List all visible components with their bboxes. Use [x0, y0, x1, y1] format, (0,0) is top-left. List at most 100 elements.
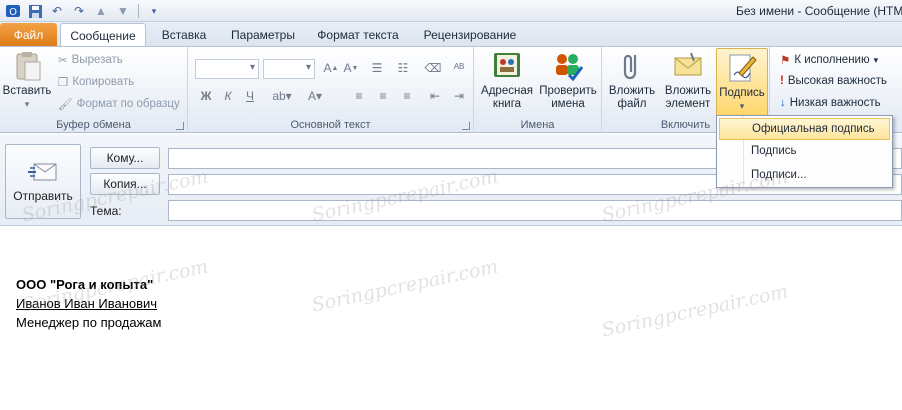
chevron-down-icon: ▾ [873, 54, 879, 65]
qat-separator [138, 4, 139, 18]
attach-item-label-2: элемент [665, 98, 711, 110]
signature-position: Менеджер по продажам [16, 315, 162, 330]
follow-up-button[interactable]: ⚑ К исполнению ▾ [780, 53, 878, 67]
signature-button[interactable]: Подпись ▾ [716, 48, 768, 116]
chevron-down-icon: ▾ [24, 99, 30, 109]
tab-file[interactable]: Файл [0, 23, 57, 47]
arrow-down-icon: ↓ [780, 97, 786, 109]
redo-icon[interactable]: ↷ [70, 2, 88, 20]
tab-options[interactable]: Параметры [222, 23, 304, 47]
copy-label: Копировать [72, 76, 135, 88]
customize-qat-icon[interactable]: ▾ [145, 2, 163, 20]
high-importance-button[interactable]: ! Высокая важность [780, 75, 887, 87]
signature-menu: Официальная подпись Подпись Подписи... [716, 115, 893, 188]
chevron-down-icon: ▾ [739, 101, 745, 111]
format-painter-button[interactable]: 🖌 Формат по образцу [58, 97, 180, 111]
decrease-indent-icon[interactable]: ⇤ [426, 87, 444, 105]
check-names-label-1: Проверить [539, 85, 597, 97]
signature-name: Иванов Иван Иванович [16, 296, 158, 311]
highlight-icon[interactable]: ab▾ [272, 87, 291, 105]
italic-button[interactable]: К [219, 87, 237, 105]
spelling-icon[interactable]: ᴬᴮ [450, 59, 468, 77]
align-center-icon[interactable]: ≡ [374, 87, 392, 105]
align-left-icon[interactable]: ≡ [350, 87, 368, 105]
send-button[interactable]: Отправить [5, 144, 81, 219]
group-names: Адресная книга Проверить имена Имена [474, 47, 602, 133]
signature-company: ООО "Рога и копыта" [16, 277, 154, 292]
title-bar: O ↶ ↷ ▲ ▼ ▾ Без имени - Сообщение (HTML) [0, 0, 902, 22]
undo-icon[interactable]: ↶ [48, 2, 66, 20]
exclamation-icon: ! [780, 75, 784, 87]
follow-up-label: К исполнению [794, 54, 870, 66]
group-clipboard: Вставить ▾ ✂ Вырезать ❐ Копировать 🖌 Фор… [0, 47, 188, 133]
signature-label: Подпись [719, 87, 765, 99]
font-size-combo[interactable] [263, 59, 315, 79]
subject-label: Тема: [90, 204, 122, 218]
arrow-up-icon[interactable]: ▲ [92, 2, 110, 20]
underline-button[interactable]: Ч [241, 87, 259, 105]
increase-indent-icon[interactable]: ⇥ [450, 87, 468, 105]
address-book-button[interactable]: Адресная книга [478, 49, 536, 111]
menu-item-signature[interactable]: Подпись [719, 140, 890, 162]
paste-label: Вставить [2, 85, 52, 97]
group-label-names: Имена [520, 119, 555, 131]
attach-item-label-1: Вложить [664, 85, 712, 97]
address-book-label-2: книга [492, 98, 522, 110]
group-label-basic-text: Основной текст [290, 119, 371, 131]
pen-paper-icon [729, 54, 757, 82]
tab-insert[interactable]: Вставка [150, 23, 218, 47]
attach-file-label-2: файл [617, 98, 647, 110]
shrink-font-icon[interactable]: A ▼ [342, 59, 360, 77]
paste-icon [16, 52, 41, 81]
subject-field[interactable] [168, 200, 902, 221]
format-painter-label: Формат по образцу [76, 98, 180, 110]
align-right-icon[interactable]: ≡ [398, 87, 416, 105]
cut-button[interactable]: ✂ Вырезать [58, 53, 123, 67]
grow-font-icon[interactable]: A ▲ [322, 59, 340, 77]
group-label-clipboard: Буфер обмена [56, 119, 131, 131]
tab-review[interactable]: Рецензирование [414, 23, 526, 47]
check-names-button[interactable]: Проверить имена [536, 49, 600, 111]
font-name-combo[interactable] [195, 59, 259, 79]
cut-label: Вырезать [71, 54, 123, 66]
send-envelope-icon [28, 163, 57, 180]
tab-format-text[interactable]: Формат текста [308, 23, 408, 47]
low-importance-button[interactable]: ↓ Низкая важность [780, 97, 881, 109]
paperclip-icon [623, 54, 637, 80]
menu-item-signatures[interactable]: Подписи... [719, 164, 890, 186]
bold-button[interactable]: Ж [197, 87, 215, 105]
bullets-icon[interactable]: ☰ [368, 59, 386, 77]
send-label: Отправить [13, 188, 73, 203]
tab-message[interactable]: Сообщение [60, 23, 146, 47]
message-body[interactable]: ООО "Рога и копыта" Иванов Иван Иванович… [0, 227, 902, 410]
clear-format-icon[interactable]: ⌫ [424, 59, 442, 77]
numbering-icon[interactable]: ☷ [394, 59, 412, 77]
group-basic-text: A▲ A▼ ☰ ☷ ⌫ ᴬᴮ Ж К Ч ab▾ A▾ ≡ ≡ ≡ ⇤ ⇥ Ос… [188, 47, 474, 133]
svg-text:O: O [9, 7, 17, 18]
high-importance-label: Высокая важность [787, 75, 887, 87]
menu-item-official-signature[interactable]: Официальная подпись [719, 118, 890, 140]
flag-icon: ⚑ [780, 55, 791, 67]
dialog-launcher-icon[interactable] [462, 122, 470, 130]
quick-access-toolbar: O ↶ ↷ ▲ ▼ ▾ [4, 2, 163, 20]
attach-file-button[interactable]: Вложить файл [604, 49, 660, 111]
address-book-label-1: Адресная [481, 85, 533, 97]
copy-button[interactable]: ❐ Копировать [58, 75, 134, 89]
arrow-down-icon[interactable]: ▼ [114, 2, 132, 20]
window-title: Без имени - Сообщение (HTML) [736, 4, 902, 18]
save-icon[interactable] [26, 2, 44, 20]
paste-button[interactable]: Вставить ▾ [2, 49, 52, 111]
attach-file-label-1: Вложить [608, 85, 656, 97]
low-importance-label: Низкая важность [789, 97, 881, 109]
to-button[interactable]: Кому... [90, 147, 160, 169]
font-color-icon[interactable]: A▾ [306, 87, 324, 105]
cc-button[interactable]: Копия... [90, 173, 160, 195]
outlook-app-icon[interactable]: O [4, 2, 22, 20]
check-names-icon [556, 54, 584, 82]
copy-icon: ❐ [58, 77, 69, 89]
dialog-launcher-icon[interactable] [176, 122, 184, 130]
scissors-icon: ✂ [58, 55, 68, 67]
attach-item-button[interactable]: Вложить элемент [660, 49, 716, 111]
brush-icon: 🖌 [58, 99, 73, 111]
envelope-icon [674, 52, 702, 76]
